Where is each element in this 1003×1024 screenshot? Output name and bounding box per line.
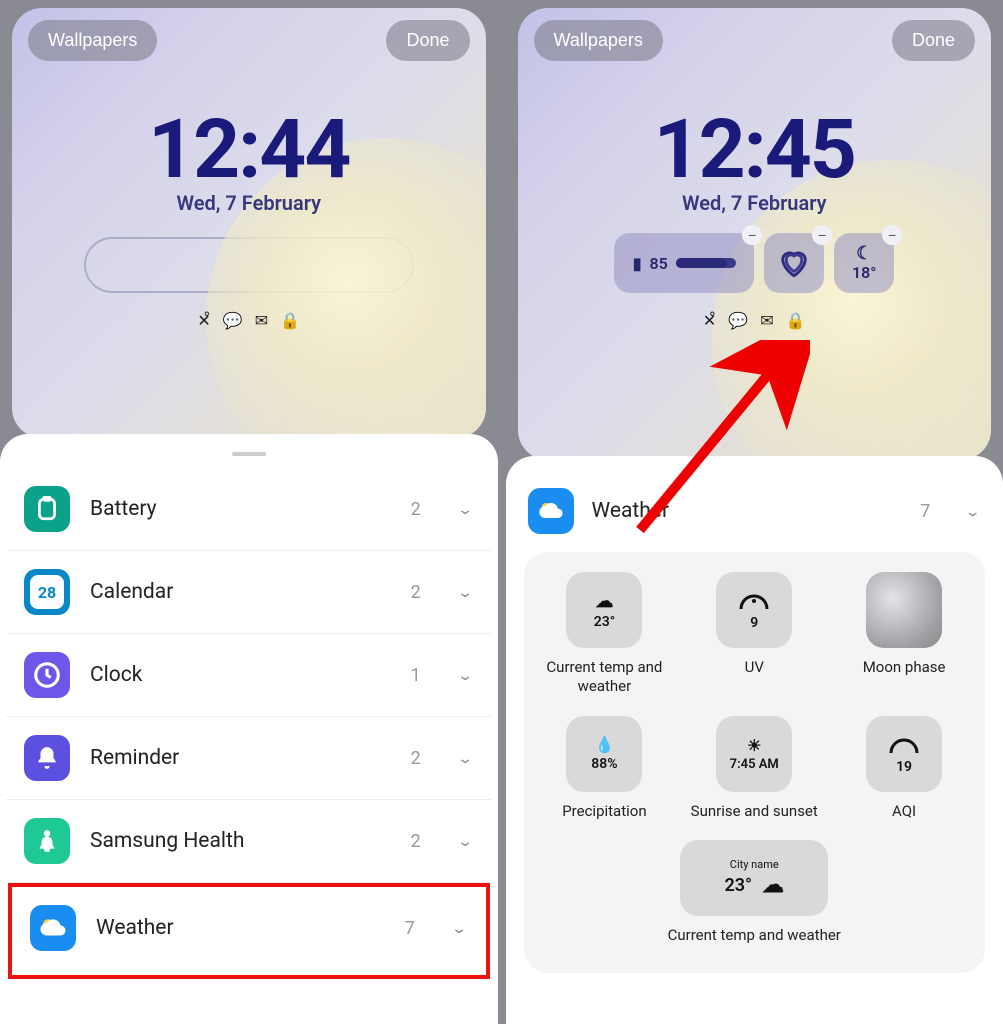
battery-widget[interactable]: − ▮ 85 xyxy=(614,233,754,293)
remove-widget-button[interactable]: − xyxy=(812,225,832,245)
lock-icon: 🔒 xyxy=(786,311,806,330)
option-caption: Current temp and weather xyxy=(668,926,841,945)
sheet-count: 7 xyxy=(920,501,930,522)
sheet-title: Weather xyxy=(592,499,903,523)
lock-icon: 🔒 xyxy=(280,311,300,330)
battery-icon: ▮ xyxy=(633,254,642,273)
chevron-up-icon[interactable]: ⌃ xyxy=(964,503,981,520)
notification-icons: ✕̊ 💬 ✉ 🔒 xyxy=(28,311,470,330)
weather-widgets-sheet: Weather 7 ⌃ ☁23°Current temp and weather… xyxy=(506,456,1003,1024)
category-count: 1 xyxy=(411,665,421,686)
category-item-reminder[interactable]: Reminder 2 ⌄ xyxy=(6,717,492,800)
moon-icon: ☾ xyxy=(856,245,872,263)
category-list: Battery2⌄28Calendar2⌄Clock1⌄Reminder2⌄Sa… xyxy=(0,468,498,979)
weather-options-panel: ☁23°Current temp and weather9UV Moon phas… xyxy=(524,552,986,973)
temperature-value: 18° xyxy=(852,263,876,282)
chevron-down-icon: ⌄ xyxy=(451,920,468,937)
category-item-clock[interactable]: Clock 1 ⌄ xyxy=(6,634,492,717)
battery-icon xyxy=(24,486,70,532)
category-item-weather[interactable]: Weather 7 ⌄ xyxy=(8,883,490,979)
weather-icon xyxy=(30,905,76,951)
lockscreen-preview: Wallpapers Done 12:44 Wed, 7 February ✕̊… xyxy=(12,8,486,438)
heart-icon xyxy=(777,246,811,280)
widget-categories-sheet: Battery2⌄28Calendar2⌄Clock1⌄Reminder2⌄Sa… xyxy=(0,434,498,1024)
chat-icon: 💬 xyxy=(728,311,748,330)
missed-call-icon: ✕̊ xyxy=(197,311,210,330)
wallpapers-button[interactable]: Wallpapers xyxy=(28,20,157,61)
chat-icon: 💬 xyxy=(223,311,243,330)
category-label: Samsung Health xyxy=(90,829,391,853)
category-count: 2 xyxy=(411,582,421,603)
weather-sheet-header[interactable]: Weather 7 ⌃ xyxy=(506,474,1003,552)
option-caption: Current temp and weather xyxy=(534,658,676,696)
category-item-calendar[interactable]: 28 Calendar 2 ⌄ xyxy=(6,551,492,634)
weather-option-uv[interactable]: 9UV xyxy=(683,572,825,696)
weather-option-moon[interactable]: Moon phase xyxy=(833,572,975,696)
category-item-battery[interactable]: Battery 2 ⌄ xyxy=(6,468,492,551)
heart-widget[interactable]: − xyxy=(764,233,824,293)
battery-value: 85 xyxy=(650,254,668,273)
weather-option-cur-temp-2[interactable]: City name23°☁Current temp and weather xyxy=(534,840,975,945)
done-button[interactable]: Done xyxy=(386,20,469,61)
weather-icon xyxy=(528,488,574,534)
drag-handle[interactable] xyxy=(232,452,266,456)
left-screenshot: Wallpapers Done 12:44 Wed, 7 February ✕̊… xyxy=(0,0,498,1024)
done-button[interactable]: Done xyxy=(892,20,975,61)
clock-icon xyxy=(24,652,70,698)
chevron-down-icon: ⌄ xyxy=(457,584,474,601)
remove-widget-button[interactable]: − xyxy=(882,225,902,245)
chevron-down-icon: ⌄ xyxy=(457,501,474,518)
missed-call-icon: ✕̊ xyxy=(703,311,716,330)
chevron-down-icon: ⌄ xyxy=(457,833,474,850)
clock-date: Wed, 7 February xyxy=(534,191,976,215)
option-caption: Sunrise and sunset xyxy=(683,802,825,821)
calendar-icon: 28 xyxy=(24,569,70,615)
category-count: 2 xyxy=(411,499,421,520)
weather-option-aqi[interactable]: 19AQI xyxy=(833,716,975,821)
category-label: Battery xyxy=(90,497,391,521)
clock-time: 12:45 xyxy=(534,109,976,191)
right-screenshot: Wallpapers Done 12:45 Wed, 7 February − … xyxy=(506,0,1003,1024)
option-caption: Moon phase xyxy=(833,658,975,677)
option-caption: AQI xyxy=(833,802,975,821)
category-label: Clock xyxy=(90,663,391,687)
weather-option-sunrise[interactable]: ☀7:45 AMSunrise and sunset xyxy=(683,716,825,821)
category-label: Weather xyxy=(96,916,385,940)
chevron-down-icon: ⌄ xyxy=(457,750,474,767)
category-count: 2 xyxy=(411,748,421,769)
remove-widget-button[interactable]: − xyxy=(742,225,762,245)
mail-icon: ✉ xyxy=(760,311,773,330)
battery-bar xyxy=(676,258,736,268)
bell-icon xyxy=(24,735,70,781)
category-label: Calendar xyxy=(90,580,391,604)
category-count: 7 xyxy=(405,918,415,939)
weather-option-precip[interactable]: 💧88%Precipitation xyxy=(534,716,676,821)
temperature-widget[interactable]: − ☾ 18° xyxy=(834,233,894,293)
category-label: Reminder xyxy=(90,746,391,770)
clock-widget[interactable]: 12:44 Wed, 7 February xyxy=(28,109,470,215)
clock-date: Wed, 7 February xyxy=(28,191,470,215)
health-icon xyxy=(24,818,70,864)
option-caption: UV xyxy=(683,658,825,677)
category-count: 2 xyxy=(411,831,421,852)
mail-icon: ✉ xyxy=(255,311,268,330)
weather-option-cur-temp[interactable]: ☁23°Current temp and weather xyxy=(534,572,676,696)
option-caption: Precipitation xyxy=(534,802,676,821)
chevron-down-icon: ⌄ xyxy=(457,667,474,684)
lockscreen-preview: Wallpapers Done 12:45 Wed, 7 February − … xyxy=(518,8,992,460)
category-item-health[interactable]: Samsung Health 2 ⌄ xyxy=(6,800,492,883)
placed-widget-row: − ▮ 85 − − ☾ 18° xyxy=(534,233,976,293)
wallpapers-button[interactable]: Wallpapers xyxy=(534,20,663,61)
clock-time: 12:44 xyxy=(28,109,470,191)
clock-widget[interactable]: 12:45 Wed, 7 February xyxy=(534,109,976,215)
notification-icons: ✕̊ 💬 ✉ 🔒 xyxy=(534,311,976,330)
